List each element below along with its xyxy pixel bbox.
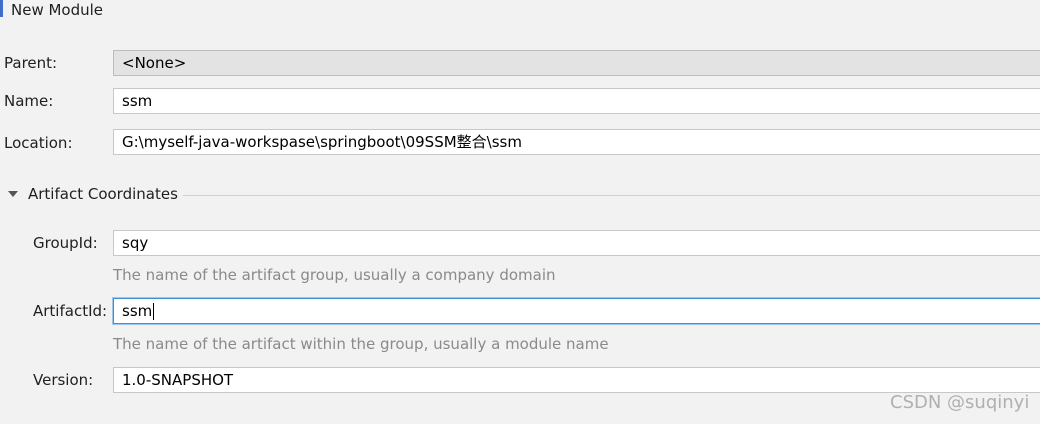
artifactid-hint: The name of the artifact within the grou… bbox=[113, 335, 609, 353]
parent-select[interactable]: <None> bbox=[113, 50, 1040, 76]
dialog-title: New Module bbox=[11, 1, 104, 19]
groupid-hint: The name of the artifact group, usually … bbox=[113, 266, 556, 284]
artifactid-value: ssm bbox=[122, 302, 153, 320]
groupid-input[interactable]: sqy bbox=[113, 230, 1040, 256]
title-accent-bar bbox=[0, 0, 3, 17]
section-title-artifact-coordinates[interactable]: Artifact Coordinates bbox=[28, 185, 178, 203]
location-label: Location: bbox=[4, 134, 73, 152]
text-caret bbox=[153, 303, 155, 320]
collapse-arrow-icon[interactable] bbox=[8, 191, 18, 197]
artifactid-label: ArtifactId: bbox=[33, 302, 108, 320]
version-input[interactable]: 1.0-SNAPSHOT bbox=[113, 367, 1040, 393]
location-input[interactable]: G:\myself-java-workspase\springboot\09SS… bbox=[113, 129, 1040, 155]
parent-label: Parent: bbox=[4, 54, 58, 72]
name-input[interactable]: ssm bbox=[113, 88, 1040, 114]
version-label: Version: bbox=[33, 371, 94, 389]
artifactid-input[interactable]: ssm bbox=[113, 298, 1040, 324]
watermark: CSDN @suqinyi bbox=[890, 392, 1030, 413]
section-divider bbox=[183, 195, 1040, 196]
groupid-label: GroupId: bbox=[33, 234, 98, 252]
name-label: Name: bbox=[4, 92, 54, 110]
